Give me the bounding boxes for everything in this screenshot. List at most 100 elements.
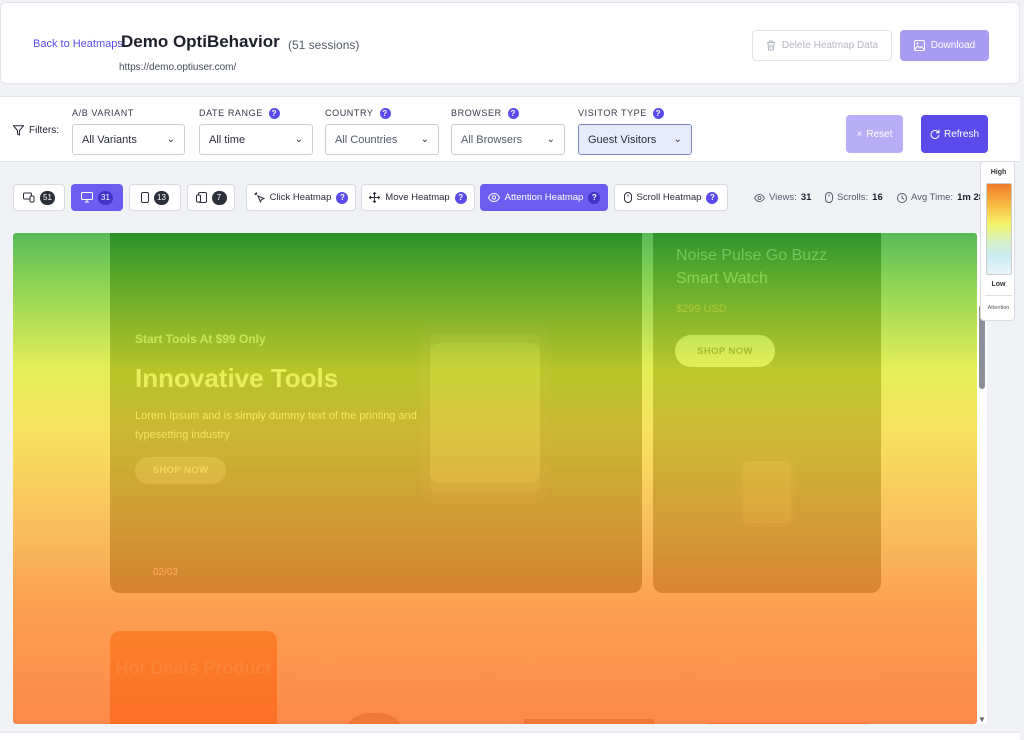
smartwatch-card: Noise Pulse Go Buzz Smart Watch $299 USD… bbox=[653, 233, 881, 593]
chevron-down-icon: ⌄ bbox=[546, 134, 555, 145]
views-stat: Views: 31 bbox=[754, 192, 811, 203]
eye-icon bbox=[754, 193, 765, 202]
scrolls-value: 16 bbox=[872, 192, 883, 203]
chevron-down-icon: ⌄ bbox=[294, 134, 303, 145]
hot-deals-card: Hot Deals Product bbox=[110, 631, 277, 724]
move-heatmap-label: Move Heatmap bbox=[385, 192, 450, 203]
ab-variant-select[interactable]: All Variants ⌄ bbox=[72, 124, 185, 155]
click-heatmap-button[interactable]: Click Heatmap ? bbox=[246, 184, 356, 211]
filter-icon bbox=[13, 125, 24, 136]
help-icon[interactable]: ? bbox=[507, 107, 519, 119]
refresh-icon bbox=[930, 129, 940, 139]
mobile-icon bbox=[141, 192, 149, 203]
product-card: 4.8 bbox=[292, 631, 480, 724]
smartwatch-shop-now-button[interactable]: SHOP NOW bbox=[675, 335, 775, 367]
product-image bbox=[707, 723, 867, 724]
device-count: 51 bbox=[40, 190, 55, 205]
browser-filter: BROWSER? All Browsers ⌄ bbox=[451, 107, 565, 155]
visitor-type-value: Guest Visitors bbox=[588, 133, 657, 146]
product-card: 4.8 bbox=[494, 631, 682, 724]
heatmap-viewport[interactable]: Start Tools At $99 Only Innovative Tools… bbox=[13, 233, 977, 724]
date-range-label-text: DATE RANGE bbox=[199, 108, 263, 118]
bottom-panel-edge bbox=[0, 732, 1020, 740]
device-count: 13 bbox=[154, 190, 169, 205]
visitor-type-label: VISITOR TYPE? bbox=[578, 107, 692, 119]
back-to-heatmaps-link[interactable]: Back to Heatmaps bbox=[33, 38, 123, 50]
legend-divider bbox=[985, 295, 1012, 296]
hero-description: Lorem Ipsum and is simply dummy text of … bbox=[135, 410, 417, 441]
legend-type-label: Attention bbox=[987, 305, 1010, 311]
country-select[interactable]: All Countries ⌄ bbox=[325, 124, 439, 155]
desktop-icon bbox=[81, 192, 93, 203]
move-heatmap-button[interactable]: Move Heatmap ? bbox=[361, 184, 475, 211]
reset-label: Reset bbox=[866, 128, 893, 140]
mouse-icon bbox=[623, 192, 632, 203]
rating-badge: 4.8 bbox=[307, 644, 347, 666]
reset-button[interactable]: × Reset bbox=[846, 115, 903, 153]
product-image bbox=[524, 719, 654, 724]
device-all-button[interactable]: 51 bbox=[13, 184, 65, 211]
help-icon[interactable]: ? bbox=[454, 191, 467, 204]
device-tablet-button[interactable]: 7 bbox=[187, 184, 235, 211]
scrolls-label: Scrolls: bbox=[837, 192, 869, 203]
clock-icon bbox=[897, 192, 907, 203]
help-icon[interactable]: ? bbox=[268, 107, 280, 119]
site-url: https://demo.optiuser.com/ bbox=[119, 62, 237, 73]
device-count: 31 bbox=[98, 190, 113, 205]
hero-banner: Start Tools At $99 Only Innovative Tools… bbox=[110, 233, 642, 593]
device-desktop-button[interactable]: 31 bbox=[71, 184, 123, 211]
help-icon[interactable]: ? bbox=[588, 191, 601, 204]
page-title: Demo OptiBehavior bbox=[121, 32, 280, 51]
smartwatch-price: $299 USD bbox=[676, 303, 727, 315]
chevron-down-icon: ⌄ bbox=[673, 134, 682, 145]
rating-badge: 4.8 bbox=[509, 644, 549, 666]
scroll-heatmap-label: Scroll Heatmap bbox=[636, 192, 702, 203]
country-label-text: COUNTRY bbox=[325, 108, 374, 118]
help-icon[interactable]: ? bbox=[379, 107, 391, 119]
date-range-select[interactable]: All time ⌄ bbox=[199, 124, 313, 155]
smartwatch-title: Noise Pulse Go Buzz Smart Watch bbox=[676, 247, 828, 287]
site-preview: Start Tools At $99 Only Innovative Tools… bbox=[13, 233, 977, 724]
device-mobile-button[interactable]: 13 bbox=[129, 184, 181, 211]
close-icon: × bbox=[856, 128, 863, 140]
pointer-click-icon bbox=[254, 192, 265, 203]
image-download-icon bbox=[913, 40, 925, 51]
help-icon[interactable]: ? bbox=[706, 191, 719, 204]
click-heatmap-label: Click Heatmap bbox=[269, 192, 332, 203]
browser-select[interactable]: All Browsers ⌄ bbox=[451, 124, 565, 155]
browser-label-text: BROWSER bbox=[451, 108, 502, 118]
heatmap-legend: High Low Attention bbox=[980, 161, 1015, 321]
page-header: Back to Heatmaps Demo OptiBehavior (51 s… bbox=[0, 2, 1020, 84]
smartwatch-image bbox=[739, 457, 795, 527]
avg-time-stat: Avg Time: 1m 28 bbox=[897, 192, 984, 203]
visitor-type-select[interactable]: Guest Visitors ⌄ bbox=[578, 124, 692, 155]
scroll-heatmap-button[interactable]: Scroll Heatmap ? bbox=[614, 184, 728, 211]
attention-heatmap-button[interactable]: Attention Heatmap ? bbox=[480, 184, 608, 211]
download-button[interactable]: Download bbox=[900, 30, 989, 61]
scroll-down-arrow-icon[interactable]: ▼ bbox=[978, 715, 986, 724]
all-devices-icon bbox=[23, 192, 35, 203]
visitor-type-filter: VISITOR TYPE? Guest Visitors ⌄ bbox=[578, 107, 692, 155]
hero-title: Innovative Tools bbox=[135, 363, 339, 393]
legend-low-label: Low bbox=[991, 281, 1006, 288]
help-icon[interactable]: ? bbox=[652, 107, 664, 119]
eye-icon bbox=[487, 193, 500, 202]
heatmap-toolbar: 51 31 13 7 Click Heatmap ? Move Heatmap … bbox=[0, 174, 985, 222]
date-range-filter: DATE RANGE? All time ⌄ bbox=[199, 107, 313, 155]
delete-heatmap-data-button[interactable]: Delete Heatmap Data bbox=[752, 30, 892, 61]
help-icon[interactable]: ? bbox=[336, 191, 349, 204]
filters-bar: Filters: A/B VARIANT All Variants ⌄ DATE… bbox=[0, 96, 1020, 162]
ab-variant-label: A/B VARIANT bbox=[72, 107, 185, 119]
refresh-label: Refresh bbox=[943, 128, 979, 140]
browser-value: All Browsers bbox=[461, 133, 523, 146]
refresh-button[interactable]: Refresh bbox=[921, 115, 988, 153]
hero-subtitle: Start Tools At $99 Only bbox=[135, 332, 266, 346]
views-value: 31 bbox=[800, 192, 812, 203]
country-label: COUNTRY? bbox=[325, 107, 439, 119]
hero-shop-now-button[interactable]: SHOP NOW bbox=[135, 457, 226, 484]
chevron-down-icon: ⌄ bbox=[420, 134, 429, 145]
date-range-label: DATE RANGE? bbox=[199, 107, 313, 119]
mouse-icon bbox=[825, 192, 833, 203]
device-count: 7 bbox=[211, 190, 227, 205]
country-filter: COUNTRY? All Countries ⌄ bbox=[325, 107, 439, 155]
